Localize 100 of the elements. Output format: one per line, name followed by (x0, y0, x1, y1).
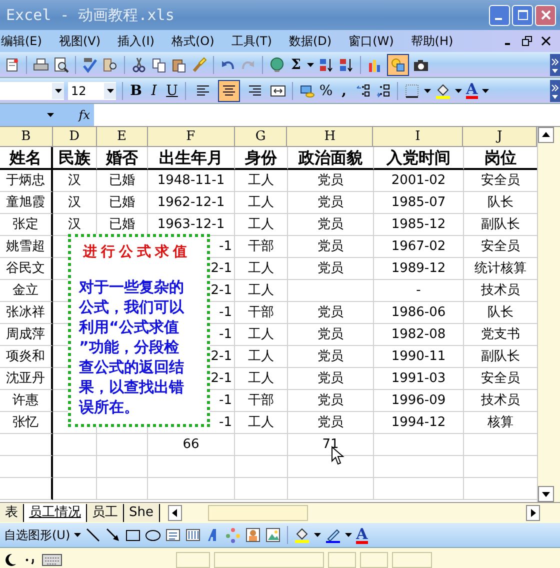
close-icon[interactable] (541, 36, 551, 46)
diagram-icon[interactable] (225, 527, 242, 543)
clip-art-icon[interactable] (245, 527, 262, 543)
currency-icon[interactable] (299, 82, 315, 98)
toolbar-options-icon[interactable] (550, 80, 560, 102)
horizontal-scrollbar[interactable] (168, 504, 540, 522)
table-cell: 工人 (235, 368, 288, 390)
sort-descending-icon[interactable] (338, 56, 354, 72)
column-header[interactable]: F (148, 127, 235, 147)
align-center-button[interactable] (218, 80, 240, 102)
column-header[interactable]: D (52, 127, 97, 147)
autosum-button[interactable]: Σ (289, 56, 303, 72)
table-cell: 入党时间 (374, 147, 464, 170)
column-header[interactable]: H (287, 127, 374, 147)
dropdown-icon[interactable] (106, 88, 114, 92)
arrow-icon[interactable] (105, 527, 122, 543)
font-name-field[interactable] (0, 82, 64, 100)
dropdown-icon[interactable] (424, 88, 431, 92)
column-header[interactable]: G (234, 127, 288, 147)
hyperlink-icon[interactable] (269, 56, 285, 72)
font-color-button[interactable]: A (466, 82, 478, 99)
dropdown-icon[interactable] (345, 533, 352, 537)
font-size-field[interactable]: 12 (68, 82, 116, 100)
scroll-right-icon[interactable] (526, 505, 540, 521)
dropdown-icon[interactable] (307, 62, 314, 66)
dropdown-icon[interactable] (47, 113, 54, 117)
sheet-tab[interactable]: 表 (0, 504, 24, 522)
vertical-text-box-icon[interactable] (185, 527, 202, 543)
keyboard-icon[interactable] (42, 553, 62, 567)
menu-item[interactable]: 格式(O) (171, 32, 222, 50)
vertical-scrollbar[interactable] (537, 127, 560, 502)
borders-icon[interactable] (404, 82, 420, 98)
font-color-button[interactable]: A (356, 526, 368, 544)
table-cell: 汉 (53, 170, 97, 192)
text-box-icon[interactable] (165, 527, 182, 543)
restore-icon[interactable] (522, 36, 532, 46)
scroll-left-icon[interactable] (168, 505, 182, 521)
dropdown-icon[interactable] (455, 88, 462, 92)
toolbar-options-icon[interactable] (550, 54, 560, 76)
new-document-icon[interactable] (4, 56, 20, 72)
fill-color-icon[interactable] (435, 82, 451, 98)
sheet-tab[interactable]: 员工 (87, 504, 124, 522)
decrease-decimal-icon[interactable] (375, 82, 391, 98)
increase-decimal-icon[interactable] (355, 82, 371, 98)
menu-item[interactable]: 帮助(H) (410, 32, 462, 50)
format-painter-icon[interactable] (191, 56, 207, 72)
menu-item[interactable]: 插入(I) (118, 32, 162, 50)
sheet-tab[interactable]: 员工情况 (24, 504, 87, 522)
column-header[interactable]: B (0, 127, 53, 147)
column-header[interactable]: E (96, 127, 148, 147)
autoshapes-menu[interactable]: 自选图形(U) (4, 526, 70, 544)
column-header[interactable]: J (463, 127, 538, 147)
research-icon[interactable] (102, 56, 118, 72)
italic-button[interactable]: I (147, 82, 161, 98)
dropdown-icon[interactable] (314, 533, 322, 537)
menu-item[interactable]: 编辑(E) (1, 32, 50, 50)
menu-item[interactable]: 工具(T) (231, 32, 280, 50)
table-cell: 出生年月 (148, 147, 235, 170)
table-cell: 1986-06 (374, 302, 464, 324)
menu-item[interactable]: 数据(D) (288, 32, 340, 50)
table-cell: 工人 (235, 214, 288, 236)
spelling-icon[interactable] (82, 56, 98, 72)
underline-button[interactable]: U (165, 82, 179, 98)
shapes-icon (390, 56, 406, 72)
dropdown-icon[interactable] (74, 533, 82, 537)
sheet-tab[interactable]: She (124, 504, 160, 522)
print-icon[interactable] (33, 56, 49, 72)
rectangle-icon[interactable] (125, 527, 142, 543)
maximize-button[interactable] (512, 4, 533, 26)
comma-button[interactable]: , (337, 82, 351, 98)
insert-function-button[interactable]: fx (60, 104, 94, 126)
dropdown-icon[interactable] (482, 88, 489, 92)
column-header[interactable]: I (373, 127, 464, 147)
oval-icon[interactable] (145, 527, 162, 543)
bold-button[interactable]: B (129, 82, 143, 98)
drawing-button[interactable] (387, 54, 409, 76)
table-cell (97, 456, 148, 478)
minimize-button[interactable] (489, 4, 510, 26)
line-icon[interactable] (85, 527, 102, 543)
table-cell: 工人 (235, 170, 288, 192)
line-color-icon[interactable] (325, 527, 342, 543)
scroll-thumb[interactable] (208, 505, 308, 521)
menu-item[interactable]: 窗口(W) (348, 32, 402, 50)
table-cell: 童旭霞 (0, 192, 53, 214)
fill-color-icon[interactable] (294, 527, 310, 543)
scroll-up-icon[interactable] (538, 127, 554, 143)
dropdown-icon[interactable] (54, 88, 62, 92)
sort-ascending-icon[interactable] (318, 56, 334, 72)
table-cell (53, 478, 97, 500)
merge-center-icon[interactable] (270, 82, 286, 98)
insert-picture-icon[interactable] (265, 527, 282, 543)
paste-icon[interactable] (171, 56, 187, 72)
copy-icon[interactable] (151, 56, 167, 72)
print-preview-icon[interactable] (53, 56, 69, 72)
cut-icon[interactable] (131, 56, 147, 72)
table-cell: 66 (148, 434, 235, 456)
scroll-down-icon[interactable] (538, 486, 554, 502)
menu-item[interactable]: 视图(V) (58, 32, 109, 50)
percent-button[interactable]: % (319, 82, 333, 98)
close-button[interactable] (535, 4, 556, 26)
